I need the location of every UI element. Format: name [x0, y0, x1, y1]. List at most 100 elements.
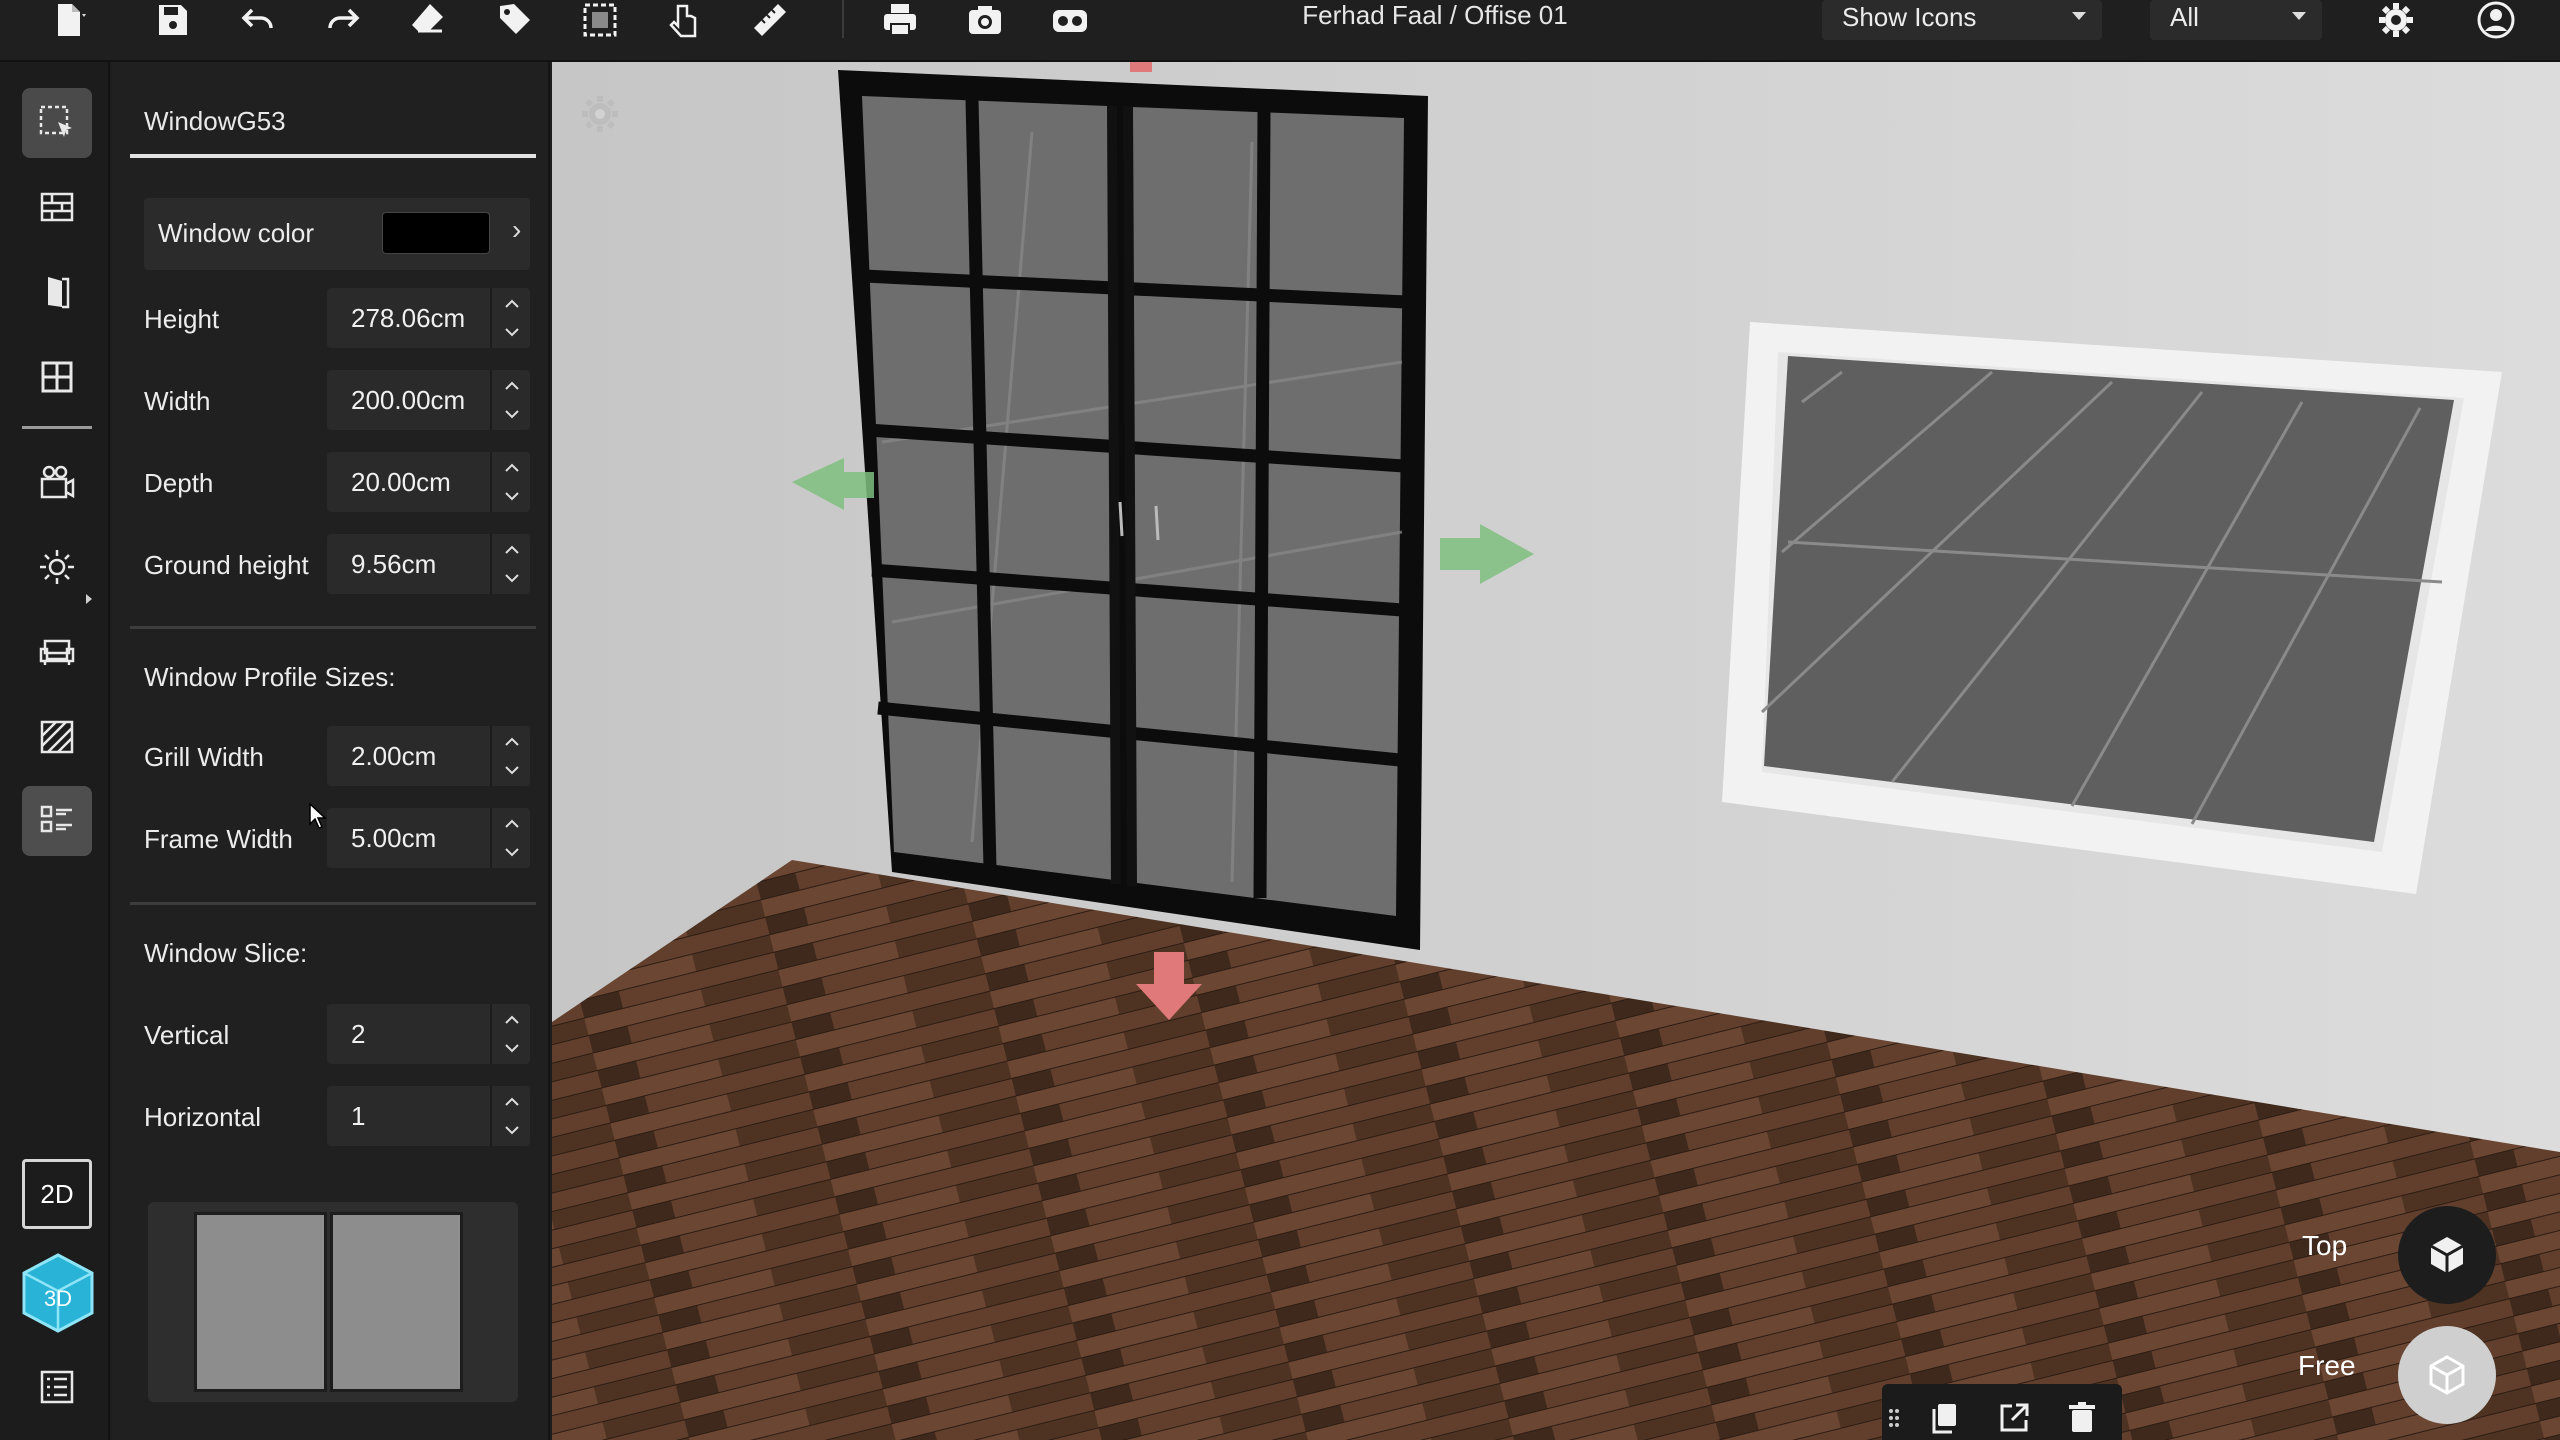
hand-pointer-icon[interactable]	[654, 0, 714, 40]
trash-icon[interactable]	[2058, 1396, 2106, 1440]
increment-icon[interactable]	[504, 296, 520, 312]
window-color-picker[interactable]: Window color ›	[144, 198, 530, 270]
framed-window[interactable]	[1722, 322, 2502, 894]
increment-icon[interactable]	[504, 734, 520, 750]
move-up-arrow[interactable]	[1130, 62, 1152, 72]
frame-width-label: Frame Width	[144, 824, 293, 854]
free-view-button[interactable]	[2398, 1326, 2496, 1424]
user-avatar-icon[interactable]	[2466, 0, 2526, 40]
toolbar-divider	[842, 0, 844, 38]
vertical-value[interactable]: 2	[351, 1019, 365, 1050]
grill-width-field[interactable]: 2.00cm	[327, 726, 530, 786]
project-title: Ferhad Faal / Offise 01	[1302, 0, 1568, 30]
increment-icon[interactable]	[504, 542, 520, 558]
depth-stepper	[490, 452, 530, 512]
depth-field[interactable]: 20.00cm	[327, 452, 530, 512]
scene-render	[552, 62, 2560, 1440]
grill-width-value[interactable]: 2.00cm	[351, 741, 436, 772]
rail-divider	[22, 426, 92, 429]
window-tool-button[interactable]	[22, 342, 92, 412]
height-field[interactable]: 278.06cm	[327, 288, 530, 348]
decrement-icon[interactable]	[504, 1122, 520, 1138]
mode-2d-button[interactable]: 2D	[22, 1159, 92, 1229]
mode-3d-button[interactable]: 3D	[20, 1252, 96, 1334]
viewport-settings-gear-icon[interactable]	[578, 92, 622, 136]
furniture-tool-button[interactable]	[22, 617, 92, 687]
print-icon[interactable]	[870, 0, 930, 40]
save-icon[interactable]	[142, 0, 202, 40]
width-field[interactable]: 200.00cm	[327, 370, 530, 430]
selected-window[interactable]	[838, 70, 1428, 950]
decrement-icon[interactable]	[504, 1040, 520, 1056]
top-view-label: Top	[2302, 1230, 2348, 1261]
width-value[interactable]: 200.00cm	[351, 385, 465, 416]
frame-width-field[interactable]: 5.00cm	[327, 808, 530, 868]
ruler-icon[interactable]	[740, 0, 800, 40]
light-icon	[40, 550, 74, 584]
slice-pane[interactable]	[330, 1212, 463, 1392]
chevron-down-icon	[2292, 12, 2306, 20]
window-color-label: Window color	[158, 218, 315, 248]
door-tool-button[interactable]	[22, 257, 92, 327]
window-icon	[41, 361, 73, 393]
undo-icon[interactable]	[228, 0, 288, 40]
show-icons-dropdown[interactable]: Show Icons	[1822, 0, 2102, 40]
window-color-swatch[interactable]	[382, 212, 490, 254]
height-value[interactable]: 278.06cm	[351, 303, 465, 334]
grill-width-stepper	[490, 726, 530, 786]
3d-viewport[interactable]: Top Free	[552, 62, 2560, 1440]
open-external-icon[interactable]	[1990, 1396, 2038, 1440]
decrement-icon[interactable]	[504, 570, 520, 586]
furniture-icon	[39, 639, 75, 665]
ground-height-field[interactable]: 9.56cm	[327, 534, 530, 594]
slice-pane[interactable]	[194, 1212, 327, 1392]
properties-panel: WindowG53 Window color › Height 278.06cm…	[112, 62, 550, 1440]
mode-3d-label: 3D	[44, 1286, 72, 1311]
chevron-right-icon: ›	[512, 214, 522, 245]
light-tool-button[interactable]	[22, 532, 92, 602]
vr-headset-icon[interactable]	[1040, 0, 1100, 40]
frame-select-icon[interactable]	[570, 0, 630, 40]
tag-icon[interactable]	[484, 0, 544, 40]
filter-dropdown[interactable]: All	[2150, 0, 2322, 40]
depth-value[interactable]: 20.00cm	[351, 467, 451, 498]
properties-tool-button[interactable]	[22, 786, 92, 856]
eraser-icon[interactable]	[398, 0, 458, 40]
wall-tool-button[interactable]	[22, 172, 92, 242]
grill-width-label: Grill Width	[144, 742, 264, 772]
copy-icon[interactable]	[1920, 1396, 1968, 1440]
increment-icon[interactable]	[504, 460, 520, 476]
horizontal-field[interactable]: 1	[327, 1086, 530, 1146]
increment-icon[interactable]	[504, 816, 520, 832]
camera-tool-button[interactable]	[22, 448, 92, 518]
increment-icon[interactable]	[504, 1094, 520, 1110]
ground-height-value[interactable]: 9.56cm	[351, 549, 436, 580]
list-view-button[interactable]	[22, 1352, 92, 1422]
camera-icon[interactable]	[955, 0, 1015, 40]
properties-list-icon	[40, 805, 72, 833]
new-file-icon[interactable]	[38, 0, 98, 40]
decrement-icon[interactable]	[504, 844, 520, 860]
height-label: Height	[144, 304, 220, 334]
increment-icon[interactable]	[504, 1012, 520, 1028]
height-stepper	[490, 288, 530, 348]
chevron-down-icon	[2072, 12, 2086, 20]
decrement-icon[interactable]	[504, 762, 520, 778]
redo-icon[interactable]	[313, 0, 373, 40]
decrement-icon[interactable]	[504, 406, 520, 422]
texture-tool-button[interactable]	[22, 702, 92, 772]
decrement-icon[interactable]	[504, 488, 520, 504]
section-divider	[130, 902, 536, 905]
frame-width-value[interactable]: 5.00cm	[351, 823, 436, 854]
settings-gear-icon[interactable]	[2366, 0, 2426, 40]
increment-icon[interactable]	[504, 378, 520, 394]
select-tool-button[interactable]	[22, 88, 92, 158]
horizontal-value[interactable]: 1	[351, 1101, 365, 1132]
top-view-button[interactable]	[2398, 1206, 2496, 1304]
decrement-icon[interactable]	[504, 324, 520, 340]
drag-handle-icon[interactable]	[1882, 1396, 1906, 1440]
wall-icon	[40, 192, 74, 222]
door-icon	[48, 277, 70, 309]
vertical-field[interactable]: 2	[327, 1004, 530, 1064]
horizontal-label: Horizontal	[144, 1102, 262, 1132]
